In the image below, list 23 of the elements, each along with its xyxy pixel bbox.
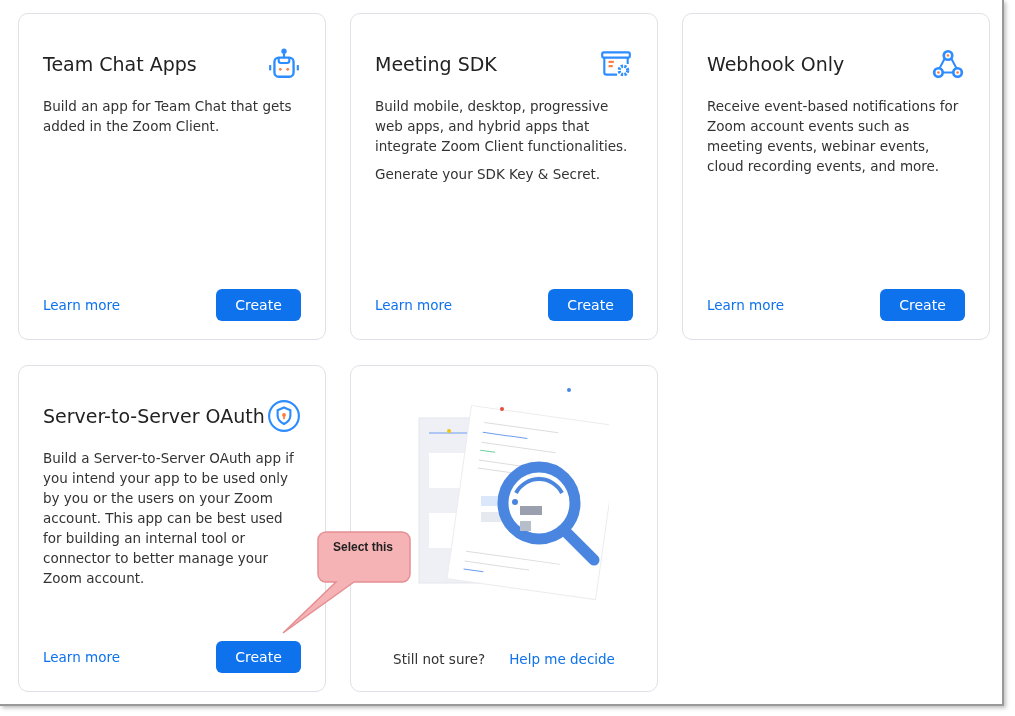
learn-more-link[interactable]: Learn more (43, 297, 120, 313)
card-title: Team Chat Apps (43, 53, 197, 75)
card-description: Build a Server-to-Server OAuth app if you intend your app to be used only by you or the users on your Zoom account. This app can be best used for building an internal tool or connector to better manage your Zoom account. (43, 449, 295, 588)
learn-more-link[interactable]: Learn more (43, 649, 120, 665)
create-button[interactable]: Create (216, 641, 301, 673)
shield-icon (267, 399, 301, 433)
card-description: Receive event-based notifications for Zoom account events such as meeting events, webinar events, cloud recording events, and more. (707, 97, 960, 176)
card-description: Build an app for Team Chat that gets added in the Zoom Client. (43, 97, 293, 136)
card-title: Meeting SDK (375, 53, 497, 75)
callout-text: Select this (332, 540, 394, 555)
robot-icon (267, 47, 301, 81)
help-me-decide-link[interactable]: Help me decide (509, 651, 615, 667)
card-description: Generate your SDK Key & Secret. (375, 165, 602, 184)
create-button[interactable]: Create (548, 289, 633, 321)
learn-more-link[interactable]: Learn more (707, 297, 784, 313)
card-description: Build mobile, desktop, progressive web apps, and hybrid apps that integrate Zoom Client functionalities. (375, 97, 629, 156)
webhook-icon (931, 47, 965, 81)
create-button[interactable]: Create (216, 289, 301, 321)
card-title: Server-to-Server OAuth (43, 405, 265, 427)
card-title: Webhook Only (707, 53, 845, 75)
learn-more-link[interactable]: Learn more (375, 297, 452, 313)
create-button[interactable]: Create (880, 289, 965, 321)
help-prompt: Still not sure? (393, 651, 486, 667)
